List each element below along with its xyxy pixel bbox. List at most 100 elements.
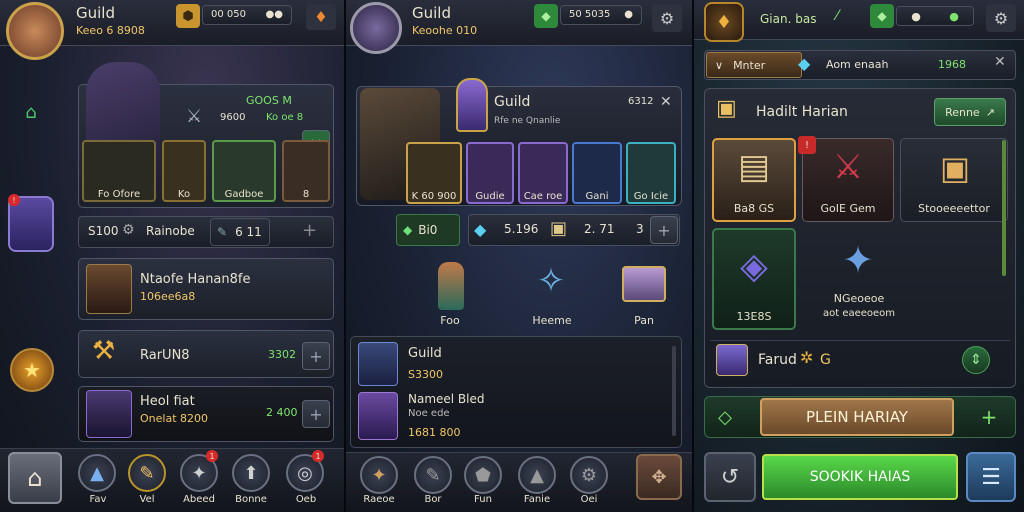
resource-value: 3	[636, 222, 644, 236]
nav-oei-icon[interactable]: ⚙	[570, 456, 608, 494]
sword-icon: ⚔	[186, 106, 203, 127]
gear-icon[interactable]: ⚙	[986, 4, 1016, 32]
item-tile[interactable]: 8	[282, 140, 330, 202]
currency-value: 50 5035	[569, 9, 611, 20]
item-tile[interactable]: Cae roe	[518, 142, 568, 204]
filter-select[interactable]: ✎ 6 11	[210, 218, 270, 246]
gem-icon: ◆	[870, 4, 894, 28]
item-tile[interactable]: Gani	[572, 142, 622, 204]
item-label: Foo	[440, 314, 460, 327]
reward1-value: 3302	[268, 348, 296, 361]
page-title: Guild	[76, 4, 115, 22]
home-outline-icon[interactable]: ⌂	[18, 98, 44, 126]
char-stats: GOOS M	[246, 94, 292, 107]
close-icon[interactable]: ✕	[660, 94, 672, 110]
char-value2: Ko oe 8	[266, 112, 304, 123]
list-sub: Noe ede	[408, 408, 450, 419]
avatar[interactable]	[6, 2, 64, 60]
member-avatar	[358, 392, 398, 440]
magic-staff-icon[interactable]: ✧	[524, 254, 578, 308]
nav-label: Oei	[580, 494, 598, 505]
controller-icon: ●	[949, 9, 959, 23]
plus-icon[interactable]: +	[302, 220, 317, 241]
star-icon[interactable]: ★	[10, 348, 54, 392]
item-tile[interactable]: K 60 900	[406, 142, 462, 204]
nav-label: Vel	[139, 494, 155, 505]
filter-left: S100	[88, 224, 119, 238]
home-button[interactable]: ⌂	[8, 452, 62, 504]
notification-badge: !	[8, 194, 20, 206]
nav-fav-icon[interactable]: ▲	[78, 454, 116, 492]
avatar[interactable]	[350, 2, 402, 54]
funnel-icon: ∨	[715, 58, 724, 72]
tab-value: 1968	[938, 58, 966, 71]
close-icon[interactable]: ✕	[994, 54, 1006, 70]
currency-value: 00 050	[211, 9, 246, 20]
tab-aom[interactable]: Aom enaah	[826, 58, 888, 71]
flame-icon[interactable]: ♦	[306, 4, 336, 30]
tile-label: Go Icie	[633, 191, 669, 202]
nav-bor-icon[interactable]: ✎	[414, 456, 452, 494]
scrollbar[interactable]	[1002, 140, 1006, 276]
add-button[interactable]: +	[650, 216, 678, 244]
nav-bonne-icon[interactable]: ⬆	[232, 454, 270, 492]
gear-icon[interactable]: ⚙	[652, 4, 682, 32]
section-title: Hadilt Harian	[756, 104, 848, 120]
tile-label: Gudie	[475, 191, 505, 202]
alert-icon: !	[798, 136, 816, 154]
nav-fanie-icon[interactable]: ▲	[518, 456, 556, 494]
action-button[interactable]: SOOKIK HAIAS	[762, 454, 958, 500]
chest-icon: ▣	[716, 96, 737, 121]
notification-badge: 1	[206, 450, 218, 462]
filter-label[interactable]: Rainobe	[146, 224, 195, 238]
page-title: Guild	[412, 4, 451, 22]
add-button[interactable]: +	[302, 342, 330, 370]
item-tile[interactable]: Fo Ofore	[82, 140, 156, 202]
refresh-button[interactable]: ↺	[704, 452, 756, 502]
resource-bar	[468, 214, 680, 246]
nav-label: Fav	[89, 494, 107, 505]
card-label: GoIE Gem	[820, 202, 876, 215]
item-label: Pan	[634, 314, 654, 327]
nav-label: Raeoe	[363, 494, 395, 505]
section-button[interactable]: Renne ↗	[934, 98, 1006, 126]
banner-button[interactable]: PLEIN HARIAY	[760, 398, 954, 436]
tab-mnter[interactable]: ∨ Mnter	[706, 52, 802, 78]
tab-label: Mnter	[733, 58, 766, 72]
nav-fun-icon[interactable]: ⬟	[464, 456, 502, 494]
nav-vel-icon[interactable]: ✎	[128, 454, 166, 492]
inventory-button[interactable]: ✥	[636, 454, 682, 500]
guild-crest-icon[interactable]: ♦	[704, 2, 744, 42]
item-tile[interactable]: Gadboe	[212, 140, 276, 202]
item-tile[interactable]: Ko	[162, 140, 206, 202]
resource-value: 2. 71	[584, 222, 615, 236]
nav-raeoe-icon[interactable]: ✦	[360, 456, 398, 494]
char-value: 9600	[220, 112, 246, 123]
character-figure[interactable]	[438, 262, 464, 310]
diamond-left-icon[interactable]: ◇	[710, 402, 740, 432]
scrollbar[interactable]	[672, 346, 676, 436]
list-value: S3300	[408, 368, 443, 381]
nav-label: Bor	[424, 494, 442, 505]
controller-icon: ●	[911, 9, 921, 23]
card-label: Ba8 GS	[733, 202, 775, 215]
crossbow-icon: ⚔	[832, 147, 864, 187]
sparkle-icon: ✲	[800, 348, 814, 367]
shield-icon: ⬢	[176, 4, 200, 28]
expand-icon[interactable]: ⇕	[962, 346, 990, 374]
currency-display: ● ●	[896, 6, 974, 26]
dialog-title: Guild	[494, 94, 531, 110]
plus-icon[interactable]: +	[974, 402, 1004, 432]
item-tile[interactable]: Go Icie	[626, 142, 676, 204]
resource-chip[interactable]: ◆ Bi0	[396, 214, 460, 246]
item-label: Heeme	[532, 314, 572, 327]
big-card-value: 13E8S	[736, 310, 772, 323]
menu-button[interactable]: ☰	[966, 452, 1016, 502]
tile-label: Gani	[585, 191, 609, 202]
list-name: Guild	[408, 346, 442, 361]
gem-icon: ◆	[403, 223, 413, 237]
item-tile[interactable]: Gudie	[466, 142, 514, 204]
crystal-icon: ◆	[798, 54, 811, 73]
add-button[interactable]: +	[302, 400, 330, 428]
chest-icon[interactable]	[622, 266, 666, 302]
